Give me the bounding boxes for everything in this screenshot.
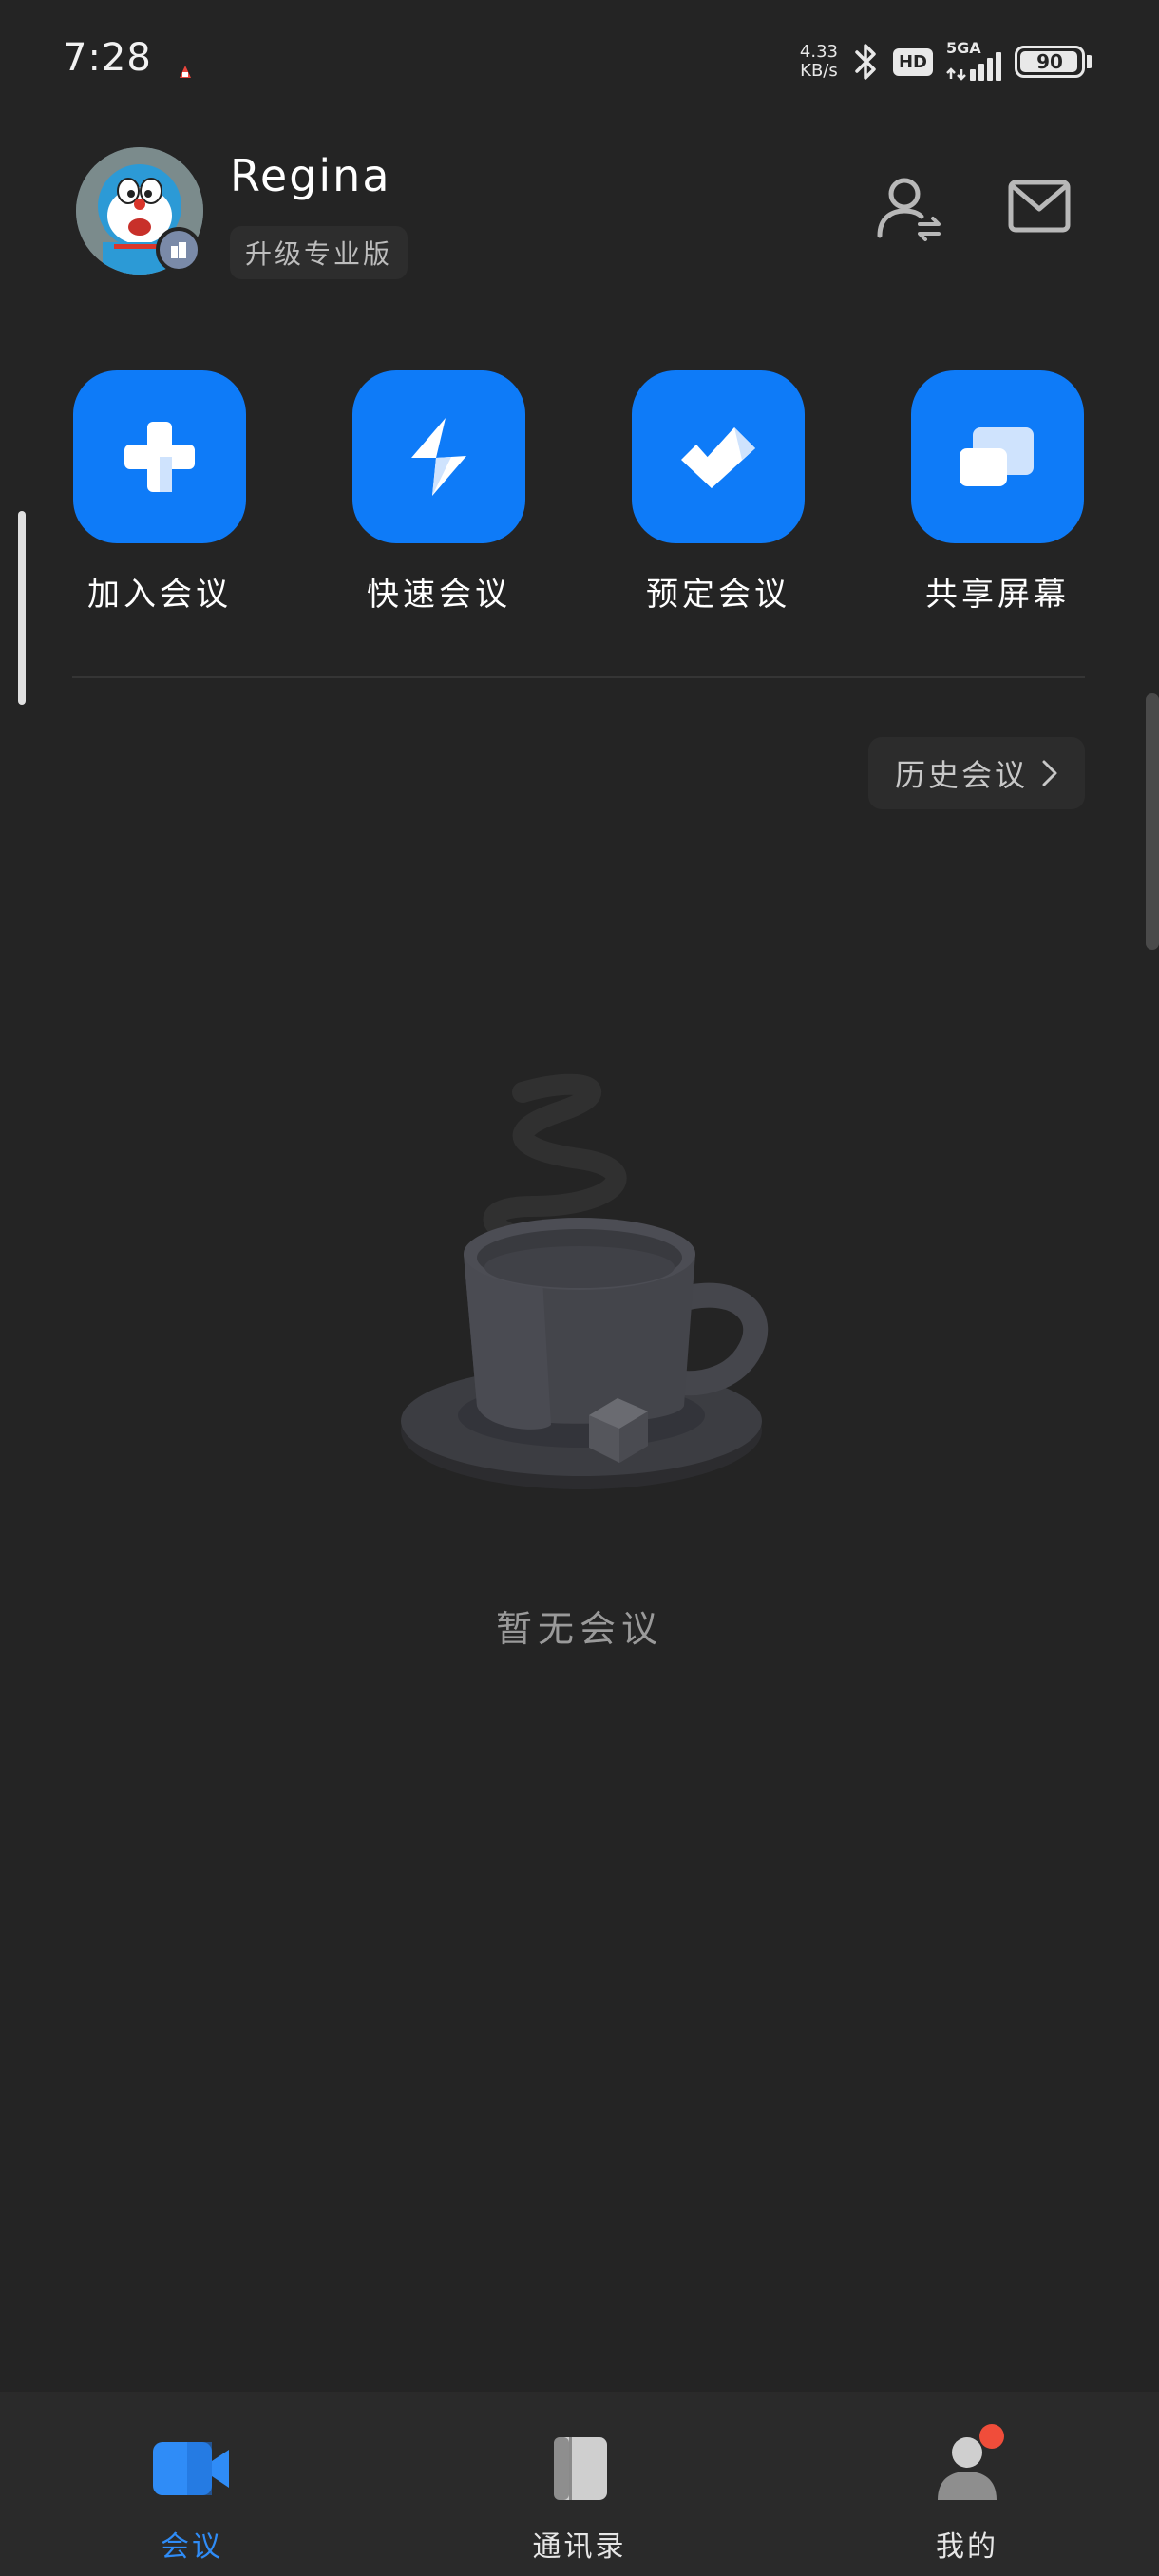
bluetooth-icon [855, 44, 876, 80]
user-name: Regina [230, 150, 391, 201]
upgrade-pro-button[interactable]: 升级专业版 [230, 226, 408, 279]
share-screen-tile[interactable] [911, 370, 1084, 543]
signal-arrows-icon [946, 67, 966, 81]
history-meetings-button[interactable]: 历史会议 [868, 737, 1085, 809]
join-meeting-button[interactable]: 加入会议 [73, 370, 246, 615]
network-speed: 4.33 KB/s [799, 42, 838, 81]
schedule-meeting-button[interactable]: 预定会议 [632, 370, 805, 615]
nav-item-contacts[interactable]: 通讯录 [437, 2392, 722, 2576]
status-indicators: 4.33 KB/s HD 5GA 90 [800, 38, 1092, 85]
mail-icon [1008, 180, 1071, 233]
quick-meeting-button[interactable]: 快速会议 [352, 370, 525, 615]
share-screen-label: 共享屏幕 [925, 576, 1070, 614]
hd-badge: HD [892, 47, 933, 76]
app-notification-icon [180, 66, 191, 78]
lightning-icon [411, 418, 466, 496]
nav-label-contacts: 通讯录 [532, 2530, 627, 2564]
cellular-signal: 5GA [946, 39, 1001, 81]
nav-item-profile[interactable]: 我的 [825, 2392, 1110, 2576]
quick-meeting-label: 快速会议 [367, 576, 511, 614]
nav-item-meetings[interactable]: 会议 [49, 2392, 334, 2576]
notification-badge [979, 2424, 1004, 2449]
plus-icon [124, 422, 195, 492]
account-badge [156, 227, 201, 273]
switch-account-button[interactable] [872, 169, 948, 245]
join-meeting-tile[interactable] [73, 370, 246, 543]
nav-label-meetings: 会议 [161, 2530, 223, 2564]
screen-share-icon [960, 427, 1034, 486]
schedule-meeting-label: 预定会议 [646, 576, 790, 614]
chevron-right-icon [1042, 760, 1057, 786]
bottom-nav: 会议 通讯录 我的 [0, 2392, 1159, 2576]
status-time: 7:28 [63, 36, 152, 80]
empty-state-text: 暂无会议 [495, 1608, 663, 1650]
messages-button[interactable] [1001, 169, 1077, 245]
coffee-cup-icon [401, 1073, 769, 1489]
enterprise-icon [171, 242, 186, 258]
contacts-book-icon [554, 2437, 607, 2500]
check-icon [681, 427, 755, 488]
quick-meeting-tile[interactable] [352, 370, 525, 543]
join-meeting-label: 加入会议 [87, 576, 232, 614]
video-camera-icon [153, 2442, 229, 2495]
status-bar: 7:28 4.33 KB/s HD 5GA 90 [0, 0, 1159, 123]
nav-label-profile: 我的 [936, 2530, 998, 2564]
share-screen-button[interactable]: 共享屏幕 [911, 370, 1084, 615]
user-switch-icon [877, 178, 940, 241]
left-scroll-indicator [18, 511, 26, 705]
schedule-meeting-tile[interactable] [632, 370, 805, 543]
history-meetings-label: 历史会议 [894, 757, 1028, 793]
section-divider [72, 676, 1085, 678]
page-scrollbar[interactable] [1146, 693, 1159, 950]
battery-indicator: 90 [1015, 46, 1085, 78]
